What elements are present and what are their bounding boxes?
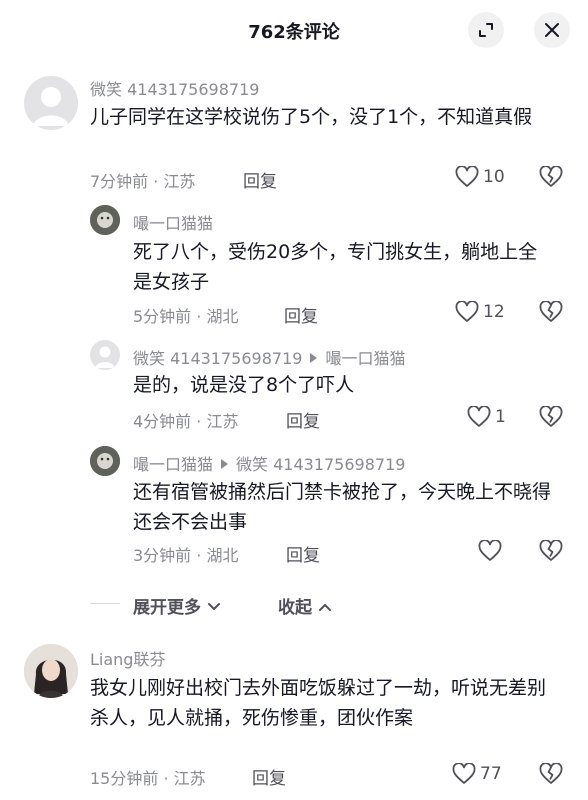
reply-button[interactable]: 回复 bbox=[286, 541, 320, 566]
close-icon bbox=[545, 23, 559, 37]
reply-item: 嘬一口猫猫 死了八个，受伤20多个，专门挑女生，躺地上全是女孩子 5分钟前 · … bbox=[0, 205, 588, 330]
comment-username[interactable]: 嘬一口猫猫 bbox=[133, 210, 213, 234]
like-button[interactable] bbox=[478, 540, 506, 562]
comment-item: 微笑 4143175698719 儿子同学在这学校说伤了5个，没了1个，不知道真… bbox=[0, 70, 588, 195]
comment-username[interactable]: 微笑 4143175698719 bbox=[90, 76, 259, 100]
comment-text: 还有宿管被捅然后门禁卡被抢了，今天晚上不晓得还会不会出事 bbox=[133, 481, 552, 533]
dislike-button[interactable] bbox=[539, 539, 563, 566]
reply-button[interactable]: 回复 bbox=[284, 302, 318, 327]
reply-to-username[interactable]: 微笑 4143175698719 bbox=[236, 455, 405, 474]
comment-text: 儿子同学在这学校说伤了5个，没了1个，不知道真假 bbox=[90, 106, 533, 128]
comment-text: 死了八个，受伤20多个，专门挑女生，躺地上全是女孩子 bbox=[133, 241, 538, 293]
reply-button[interactable]: 回复 bbox=[286, 407, 320, 432]
comment-item: Liang联芬 我女儿刚好出校门去外面吃饭躲过了一劫，听说无差别杀人，见人就捅，… bbox=[0, 640, 588, 795]
avatar[interactable] bbox=[90, 340, 120, 370]
reply-button[interactable]: 回复 bbox=[243, 167, 277, 192]
default-avatar-icon bbox=[95, 346, 115, 368]
comment-meta: 7分钟前 · 江苏 bbox=[90, 172, 196, 191]
broken-heart-icon bbox=[539, 539, 563, 561]
default-avatar-icon bbox=[33, 87, 69, 126]
cat-avatar-icon bbox=[90, 205, 120, 235]
broken-heart-icon bbox=[539, 165, 563, 187]
like-count: 1 bbox=[495, 407, 506, 427]
like-button[interactable]: 10 bbox=[455, 166, 505, 188]
reply-arrow-icon bbox=[310, 353, 318, 363]
fullscreen-button[interactable] bbox=[468, 12, 504, 48]
user-photo-avatar-icon bbox=[24, 644, 78, 698]
thread-divider bbox=[90, 603, 120, 604]
close-button[interactable] bbox=[534, 12, 570, 48]
reply-button[interactable]: 回复 bbox=[252, 764, 286, 789]
reply-arrow-icon bbox=[221, 459, 229, 469]
heart-icon bbox=[455, 301, 479, 322]
avatar[interactable] bbox=[24, 644, 78, 698]
broken-heart-icon bbox=[539, 405, 563, 427]
reply-header: 微笑 4143175698719 嘬一口猫猫 bbox=[133, 345, 405, 369]
reply-item: 嘬一口猫猫 微笑 4143175698719 还有宿管被捅然后门禁卡被抢了，今天晚… bbox=[0, 446, 588, 571]
heart-icon bbox=[452, 763, 476, 784]
broken-heart-icon bbox=[539, 762, 563, 784]
dislike-button[interactable] bbox=[539, 165, 563, 192]
chevron-down-icon bbox=[207, 603, 220, 610]
like-count: 77 bbox=[480, 764, 502, 784]
comment-text: 是的，说是没了8个了吓人 bbox=[133, 374, 355, 396]
comment-meta: 4分钟前 · 江苏 bbox=[133, 412, 239, 431]
like-count: 10 bbox=[483, 167, 505, 187]
expand-icon bbox=[479, 23, 493, 37]
expand-more-button[interactable]: 展开更多 bbox=[133, 593, 221, 618]
comment-text: 我女儿刚好出校门去外面吃饭躲过了一劫，听说无差别杀人，见人就捅，死伤惨重，团伙作… bbox=[90, 677, 547, 729]
chevron-up-icon bbox=[318, 604, 331, 611]
collapse-button[interactable]: 收起 bbox=[278, 593, 332, 618]
like-button[interactable]: 12 bbox=[455, 301, 505, 323]
like-count: 12 bbox=[483, 302, 505, 322]
like-button[interactable]: 77 bbox=[452, 763, 502, 785]
reply-item: 微笑 4143175698719 嘬一口猫猫 是的，说是没了8个了吓人 4分钟前 … bbox=[0, 340, 588, 435]
comment-username[interactable]: Liang联芬 bbox=[90, 646, 165, 670]
dislike-button[interactable] bbox=[539, 300, 563, 327]
avatar[interactable] bbox=[90, 446, 120, 476]
comment-username[interactable]: 嘬一口猫猫 bbox=[133, 455, 213, 474]
expand-more-label: 展开更多 bbox=[133, 598, 201, 618]
broken-heart-icon bbox=[539, 300, 563, 322]
heart-icon bbox=[467, 406, 491, 427]
dislike-button[interactable] bbox=[539, 405, 563, 432]
avatar[interactable] bbox=[24, 76, 78, 130]
avatar[interactable] bbox=[90, 205, 120, 235]
like-button[interactable]: 1 bbox=[467, 406, 506, 428]
collapse-label: 收起 bbox=[278, 598, 312, 618]
cat-avatar-icon bbox=[90, 446, 120, 476]
reply-to-username[interactable]: 嘬一口猫猫 bbox=[325, 349, 405, 368]
comment-username[interactable]: 微笑 4143175698719 bbox=[133, 349, 302, 368]
heart-icon bbox=[478, 540, 502, 561]
reply-header: 嘬一口猫猫 微笑 4143175698719 bbox=[133, 451, 405, 475]
comment-meta: 15分钟前 · 江苏 bbox=[90, 769, 206, 788]
comments-header: 762条评论 bbox=[0, 0, 588, 62]
heart-icon bbox=[455, 166, 479, 187]
dislike-button[interactable] bbox=[539, 762, 563, 789]
comment-meta: 5分钟前 · 湖北 bbox=[133, 307, 239, 326]
comment-meta: 3分钟前 · 湖北 bbox=[133, 546, 239, 565]
